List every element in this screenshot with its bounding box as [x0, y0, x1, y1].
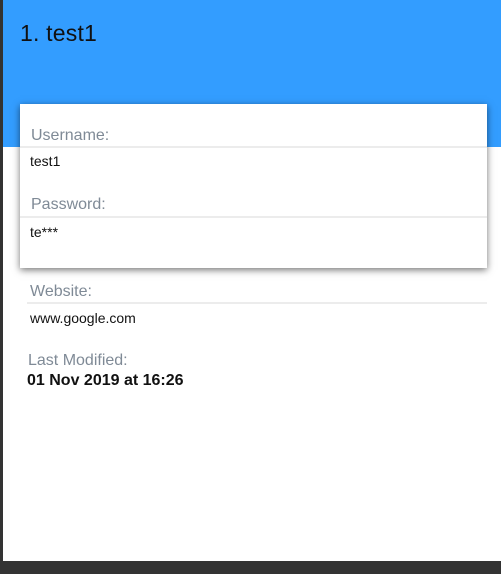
- website-label: Website:: [30, 283, 92, 300]
- bottom-frame-bar: [0, 561, 501, 574]
- last-modified-label: Last Modified:: [28, 352, 128, 369]
- username-label: Username:: [31, 127, 110, 144]
- website-value[interactable]: www.google.com: [30, 310, 136, 326]
- entry-detail-window: 1. test1 Username: test1 Password: te***…: [3, 0, 501, 561]
- page-title: 1. test1: [20, 20, 98, 46]
- last-modified-value: 01 Nov 2019 at 16:26: [27, 372, 184, 389]
- credentials-card: Username: test1 Password: te***: [20, 104, 487, 268]
- password-value[interactable]: te***: [30, 224, 58, 240]
- username-divider: [20, 146, 487, 148]
- username-value[interactable]: test1: [30, 153, 60, 169]
- password-divider: [20, 216, 487, 218]
- website-divider: [27, 302, 487, 304]
- password-label: Password:: [31, 196, 106, 213]
